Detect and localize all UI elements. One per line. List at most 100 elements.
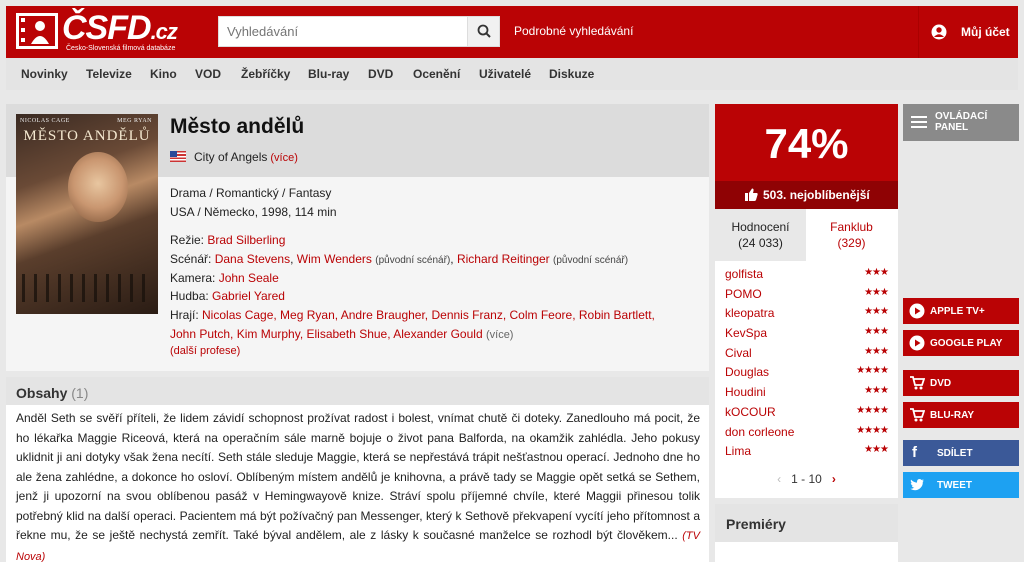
facebook-icon: f [912, 444, 917, 461]
rater-name[interactable]: Houdini [725, 385, 766, 399]
rater-name[interactable]: kOCOUR [725, 405, 776, 419]
cast-more-link[interactable]: (více) [486, 329, 514, 341]
film-poster[interactable]: NICOLAS CAGE MEG RYAN MĚSTO ANDĚLŮ [16, 114, 158, 314]
search-input[interactable] [219, 17, 467, 46]
rater-stars: ★★★ [864, 345, 889, 357]
camera-label: Kamera: [170, 271, 216, 285]
synopsis-header: Obsahy (1) [6, 377, 709, 405]
rater-name[interactable]: Cival [725, 346, 752, 360]
cast-links-line2[interactable]: John Putch, Kim Murphy, Elisabeth Shue, … [170, 327, 483, 341]
account-button[interactable]: Můj účet [918, 6, 1018, 58]
twitter-icon [910, 479, 924, 491]
bluray-button[interactable]: BLU-RAY [903, 402, 1019, 428]
twitter-tweet-button[interactable]: TWEET [903, 472, 1019, 498]
synopsis-box: Obsahy (1) Anděl Seth se svěří příteli, … [6, 377, 709, 562]
tab-fanclub[interactable]: Fanklub (329) [806, 209, 897, 261]
music-label: Hudba: [170, 289, 209, 303]
premieres-box: Premiéry [715, 504, 898, 562]
synopsis-body: Anděl Seth se svěří příteli, že lidem zá… [16, 411, 700, 542]
film-info: NICOLAS CAGE MEG RYAN MĚSTO ANDĚLŮ Město… [6, 104, 709, 371]
music-link[interactable]: Gabriel Yared [212, 289, 285, 303]
menu-icon [911, 116, 927, 128]
camera-link[interactable]: John Seale [219, 271, 279, 285]
nav-item-novinky[interactable]: Novinky [21, 67, 68, 81]
cart-icon [910, 376, 925, 390]
rater-name[interactable]: kleopatra [725, 306, 774, 320]
poster-title: MĚSTO ANDĚLŮ [23, 128, 151, 144]
director-link[interactable]: Brad Silberling [207, 233, 285, 247]
tab-fanclub-label: Fanklub [830, 220, 873, 234]
poster-figures [22, 274, 152, 302]
cast-links-line1[interactable]: Nicolas Cage, Meg Ryan, Andre Braugher, … [202, 308, 655, 322]
google-play-label: GOOGLE PLAY [930, 338, 1003, 349]
titles-more-link[interactable]: (více) [270, 152, 298, 164]
screenplay-link-2[interactable]: Wim Wenders [297, 252, 372, 266]
list-item: golfista ★★★ [715, 265, 898, 285]
tab-ratings-label: Hodnocení [731, 220, 790, 234]
rater-stars: ★★★★ [856, 424, 889, 436]
site-logo[interactable]: ČSFD.cz Česko-Slovenská filmová databáze [16, 9, 181, 55]
nav-item-televize[interactable]: Televize [86, 67, 132, 81]
nav-item-dvd[interactable]: DVD [368, 67, 393, 81]
film-genres: Drama / Romantický / Fantasy [170, 186, 332, 200]
rater-name[interactable]: KevSpa [725, 326, 767, 340]
synopsis-title: Obsahy (1) [16, 385, 88, 401]
premieres-title: Premiéry [726, 516, 786, 532]
rater-name[interactable]: golfista [725, 267, 763, 281]
apple-tv-label: APPLE TV+ [930, 306, 985, 317]
search-box [218, 16, 500, 47]
premieres-header: Premiéry [715, 504, 898, 542]
bluray-label: BLU-RAY [930, 410, 975, 421]
rating-header: 74% [715, 104, 898, 181]
tweet-label: TWEET [937, 480, 972, 491]
facebook-share-button[interactable]: f SDÍLET [903, 440, 1019, 466]
list-item: Lima ★★★ [715, 442, 898, 462]
chevron-right-icon[interactable]: › [832, 472, 836, 486]
list-item: Houdini ★★★ [715, 383, 898, 403]
google-play-button[interactable]: GOOGLE PLAY [903, 330, 1019, 356]
synopsis-text: Anděl Seth se svěří příteli, že lidem zá… [16, 409, 700, 562]
screenplay-link-3[interactable]: Richard Reitinger [457, 252, 550, 266]
crew-music: Hudba: Gabriel Yared [170, 287, 700, 306]
rater-name[interactable]: Lima [725, 444, 751, 458]
dvd-button[interactable]: DVD [903, 370, 1019, 396]
tab-ratings[interactable]: Hodnocení (24 033) [715, 209, 806, 261]
raters-list: golfista ★★★ POMO ★★★ kleopatra ★★★ KevSpa ★… [715, 265, 898, 462]
rating-rank[interactable]: 503. nejoblíbenější [715, 181, 898, 209]
play-icon [909, 303, 925, 319]
other-professions-link[interactable]: (další profese) [170, 345, 240, 357]
crew-screenplay: Scénář: Dana Stevens, Wim Wenders (původ… [170, 252, 629, 266]
screenplay-link-1[interactable]: Dana Stevens [215, 252, 290, 266]
rater-name[interactable]: don corleone [725, 425, 794, 439]
apple-tv-button[interactable]: APPLE TV+ [903, 298, 1019, 324]
directing-label: Režie: [170, 233, 205, 247]
nav-item-oceneni[interactable]: Ocenění [413, 67, 460, 81]
account-label: Můj účet [961, 25, 1010, 39]
nav-item-uzivatele[interactable]: Uživatelé [479, 67, 531, 81]
logo-text: ČSFD.cz [62, 9, 178, 47]
list-item: don corleone ★★★★ [715, 423, 898, 443]
control-panel-button[interactable]: OVLÁDACÍ PANEL [903, 104, 1019, 141]
film-origin: USA / Německo, 1998, 114 min [170, 205, 337, 219]
advanced-search-link[interactable]: Podrobné vyhledávání [514, 24, 633, 38]
search-icon [477, 24, 491, 38]
poster-actor-right: MEG RYAN [117, 118, 152, 124]
control-panel-label: OVLÁDACÍ PANEL [935, 111, 987, 133]
pager-range: 1 - 10 [791, 472, 822, 486]
cart-icon [910, 408, 925, 422]
logo-subtitle: Česko-Slovenská filmová databáze [66, 45, 176, 52]
rating-box: 74% 503. nejoblíbenější Hodnocení (24 03… [715, 104, 898, 498]
nav-item-zebricky[interactable]: Žebříčky [241, 67, 290, 81]
synopsis-title-text: Obsahy [16, 385, 68, 401]
main-nav: Novinky Televize Kino VOD Žebříčky Blu-r… [6, 58, 1018, 90]
nav-item-bluray[interactable]: Blu-ray [308, 67, 349, 81]
nav-item-diskuze[interactable]: Diskuze [549, 67, 594, 81]
nav-item-kino[interactable]: Kino [150, 67, 177, 81]
nav-item-vod[interactable]: VOD [195, 67, 221, 81]
crew-camera: Kamera: John Seale [170, 269, 700, 288]
control-panel-line2: PANEL [935, 122, 969, 133]
rater-stars: ★★★★ [856, 404, 889, 416]
rater-name[interactable]: POMO [725, 287, 762, 301]
search-button[interactable] [467, 17, 499, 46]
rater-name[interactable]: Douglas [725, 365, 769, 379]
